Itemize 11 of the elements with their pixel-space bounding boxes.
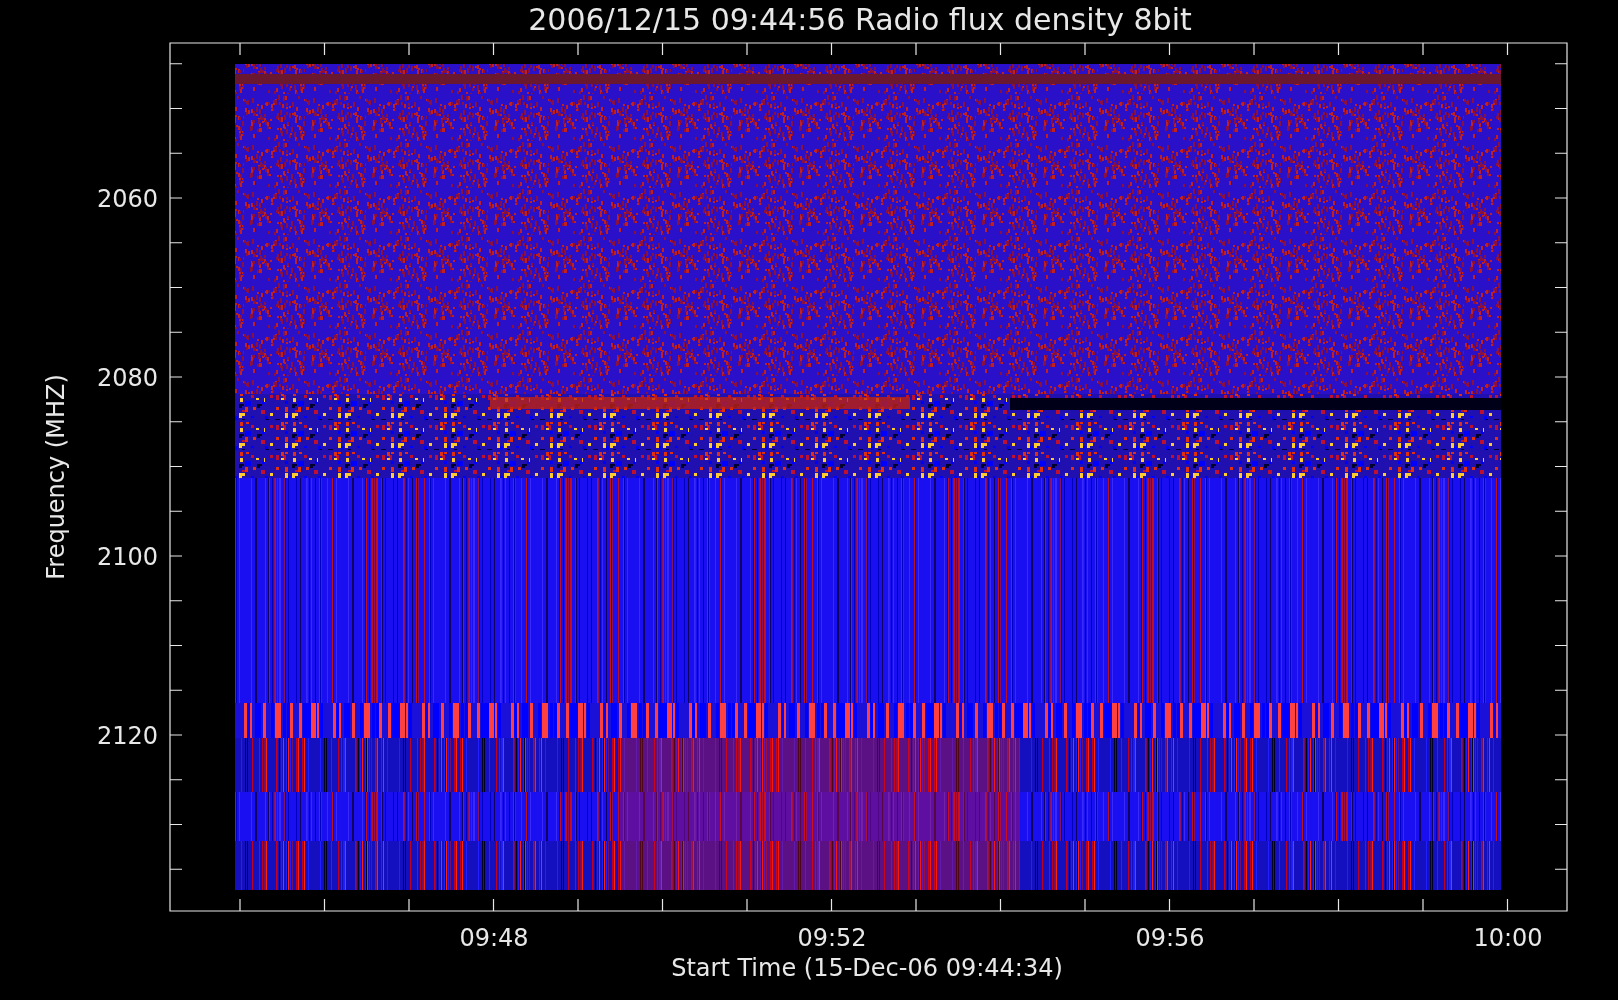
tick-label: 2120 <box>96 722 158 750</box>
tick-label: 2060 <box>96 185 158 213</box>
tick-label: 2080 <box>96 364 158 392</box>
axis-label: Frequency (MHZ) <box>42 374 70 580</box>
tick-label: 09:48 <box>459 924 529 952</box>
tick-label: 10:00 <box>1473 924 1543 952</box>
tick-label: 09:56 <box>1135 924 1205 952</box>
tick-label: 2100 <box>96 543 158 571</box>
chart-title: 2006/12/15 09:44:56 Radio flux density 8bit <box>528 2 1192 37</box>
tick-label: 09:52 <box>797 924 867 952</box>
axis-label: Start Time (15-Dec-06 09:44:34) <box>671 954 1063 982</box>
